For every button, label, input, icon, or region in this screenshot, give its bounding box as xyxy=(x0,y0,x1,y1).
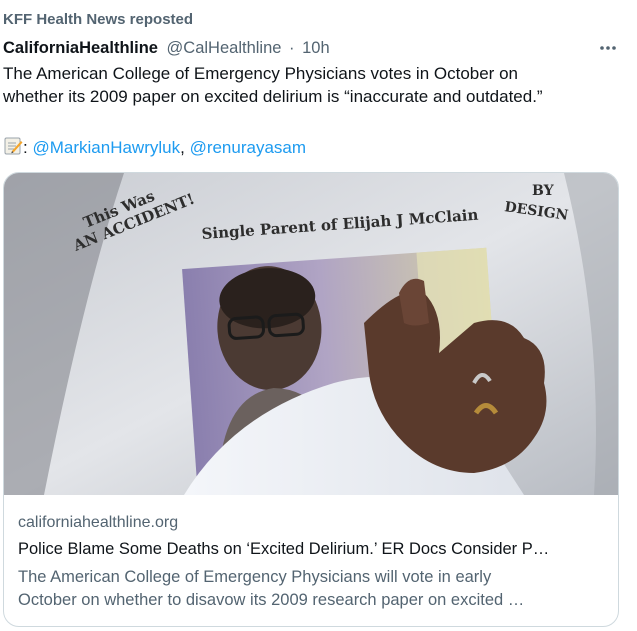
author-handle[interactable]: @CalHealthline xyxy=(167,39,282,57)
mention-link-1[interactable]: @MarkianHawryluk xyxy=(32,138,180,157)
shirt-text-right-1: BY xyxy=(532,183,555,199)
card-title[interactable]: Police Blame Some Deaths on ‘Excited Del… xyxy=(18,540,608,559)
mention-link-2[interactable]: @renurayasam xyxy=(190,138,306,157)
post-credits: : @MarkianHawryluk, @renurayasam xyxy=(3,136,306,159)
card-description: The American College of Emergency Physic… xyxy=(18,566,608,612)
mention-separator: , xyxy=(180,138,185,157)
post-text: The American College of Emergency Physic… xyxy=(3,62,623,108)
more-dots-graphic xyxy=(600,46,616,50)
post-text-line-1: The American College of Emergency Physic… xyxy=(3,64,518,83)
repost-label[interactable]: KFF Health News reposted xyxy=(3,11,193,28)
more-horizontal-icon[interactable] xyxy=(599,35,617,56)
credits-colon: : xyxy=(23,138,28,157)
post-time[interactable]: 10h xyxy=(302,39,330,57)
author-display-name[interactable]: CaliforniaHealthline xyxy=(3,39,158,57)
card-domain[interactable]: californiahealthline.org xyxy=(18,514,178,532)
memo-icon xyxy=(3,136,23,156)
card-description-line-1: The American College of Emergency Physic… xyxy=(18,568,492,586)
link-card[interactable]: This Was AN ACCIDENT! Single Parent of E… xyxy=(3,172,619,627)
meta-separator: · xyxy=(289,39,295,57)
post-text-line-2: whether its 2009 paper on excited deliri… xyxy=(3,87,543,106)
card-description-line-2: October on whether to disavow its 2009 r… xyxy=(18,591,525,609)
card-image[interactable]: This Was AN ACCIDENT! Single Parent of E… xyxy=(4,173,618,495)
post-header: CaliforniaHealthline @CalHealthline · 10… xyxy=(3,37,633,59)
